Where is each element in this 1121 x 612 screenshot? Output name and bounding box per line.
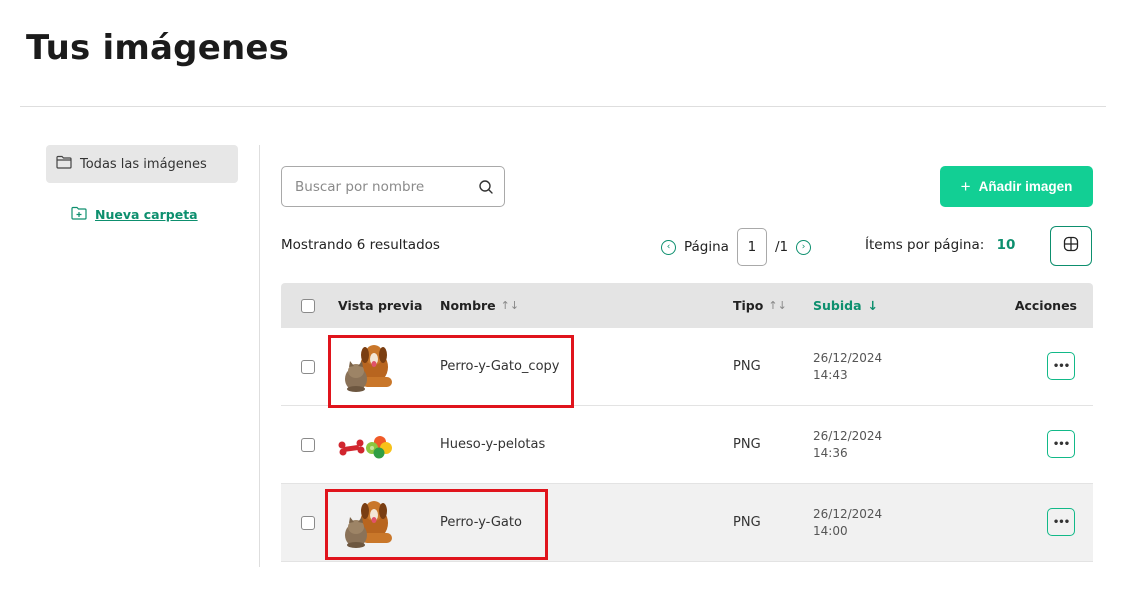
title-divider (20, 106, 1106, 107)
row-actions-button[interactable]: ••• (1047, 352, 1075, 380)
row-date: 26/12/2024 (813, 429, 883, 443)
row-name: Hueso-y-pelotas (440, 437, 546, 452)
row-upload-date: 26/12/2024 14:00 (813, 506, 882, 540)
add-image-button[interactable]: + Añadir imagen (940, 166, 1093, 207)
page-label: Página (684, 239, 729, 255)
next-page-icon[interactable]: › (796, 239, 812, 255)
table-row[interactable]: Hueso-y-pelotas PNG 26/12/2024 14:36 ••• (281, 406, 1093, 484)
row-type: PNG (733, 515, 761, 530)
row-time: 14:00 (813, 524, 848, 538)
sidebar-divider (259, 145, 260, 567)
search-icon[interactable] (476, 177, 496, 197)
items-per-page: Ítems por página: 10 (865, 237, 1015, 253)
more-icon: ••• (1052, 516, 1070, 528)
items-per-page-label: Ítems por página: (865, 237, 985, 253)
sidebar-item-all-images[interactable]: Todas las imágenes (46, 145, 238, 183)
grid-view-icon (1063, 236, 1079, 256)
header-preview: Vista previa (338, 298, 423, 313)
add-folder-icon (71, 206, 87, 223)
row-type: PNG (733, 437, 761, 452)
table-viewport: Vista previa Nombre ↑↓ Tipo ↑↓ Subida ↓ … (0, 0, 1121, 566)
row-date: 26/12/2024 (813, 351, 883, 365)
header-type[interactable]: Tipo ↑↓ (733, 283, 787, 328)
folder-icon (56, 155, 72, 173)
images-table: Vista previa Nombre ↑↓ Tipo ↑↓ Subida ↓ … (281, 283, 1093, 562)
plus-icon: + (960, 176, 971, 196)
dog-and-cat-thumbnail (334, 493, 400, 553)
pagination: ‹ Página 1 /1 › (661, 227, 812, 267)
sort-icon: ↑↓ (500, 299, 520, 312)
header-name-label: Nombre (440, 298, 496, 313)
bone-and-balls-thumbnail (334, 415, 400, 475)
grid-view-button[interactable] (1050, 226, 1092, 266)
row-checkbox-cell (301, 484, 315, 561)
row-date: 26/12/2024 (813, 507, 883, 521)
header-select-all[interactable] (301, 283, 315, 328)
sort-descending-icon: ↓ (867, 298, 879, 313)
row-time: 14:36 (813, 446, 848, 460)
page-title: Tus imágenes (26, 28, 290, 68)
current-page-input[interactable]: 1 (736, 228, 767, 266)
header-name[interactable]: Nombre ↑↓ (440, 283, 519, 328)
header-uploaded-label: Subida (813, 298, 862, 313)
row-checkbox-cell (301, 328, 315, 405)
header-actions: Acciones (1014, 298, 1077, 313)
header-uploaded[interactable]: Subida ↓ (813, 283, 878, 328)
table-row[interactable]: Perro-y-Gato_copy PNG 26/12/2024 14:43 •… (281, 328, 1093, 406)
row-checkbox[interactable] (301, 437, 315, 452)
row-checkbox[interactable] (301, 515, 315, 530)
row-upload-date: 26/12/2024 14:43 (813, 350, 882, 384)
results-count: Mostrando 6 resultados (281, 237, 440, 253)
table-row[interactable]: Perro-y-Gato PNG 26/12/2024 14:00 ••• (281, 484, 1093, 562)
add-image-label: Añadir imagen (978, 179, 1073, 194)
total-pages: /1 (774, 239, 789, 255)
search-box (281, 166, 505, 207)
previous-page-icon[interactable]: ‹ (661, 239, 676, 255)
row-actions-button[interactable]: ••• (1047, 508, 1075, 536)
row-upload-date: 26/12/2024 14:36 (813, 428, 882, 462)
row-type: PNG (733, 359, 761, 374)
more-icon: ••• (1052, 360, 1070, 372)
row-time: 14:43 (813, 368, 848, 382)
row-name: Perro-y-Gato_copy (440, 359, 560, 374)
more-icon: ••• (1052, 438, 1070, 450)
dog-and-cat-thumbnail (334, 337, 400, 397)
header-type-label: Tipo (733, 298, 764, 313)
sort-icon: ↑↓ (768, 299, 787, 312)
highlight-box-row-1 (328, 335, 574, 408)
search-input[interactable] (295, 178, 476, 195)
row-actions-button[interactable]: ••• (1047, 430, 1075, 458)
images-page: Tus imágenes Todas las imágenes Nueva ca… (0, 0, 1121, 612)
highlight-box-row-3 (325, 489, 548, 560)
sidebar-item-label: Todas las imágenes (80, 156, 207, 172)
select-all-checkbox[interactable] (301, 298, 315, 313)
row-checkbox[interactable] (301, 359, 315, 374)
items-per-page-select[interactable]: 10 (997, 237, 1016, 253)
row-name: Perro-y-Gato (440, 515, 522, 530)
new-folder-label: Nueva carpeta (95, 207, 198, 222)
row-checkbox-cell (301, 406, 315, 483)
table-header: Vista previa Nombre ↑↓ Tipo ↑↓ Subida ↓ … (281, 283, 1093, 328)
new-folder-link[interactable]: Nueva carpeta (71, 206, 198, 223)
